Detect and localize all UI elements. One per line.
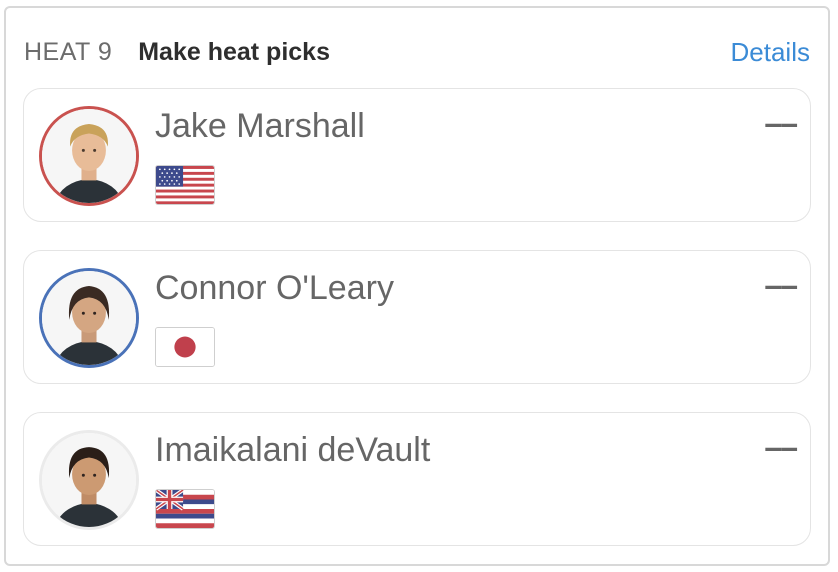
hawaii-flag-icon bbox=[155, 489, 215, 529]
pick-score: –– bbox=[764, 429, 798, 465]
make-picks-title[interactable]: Make heat picks bbox=[138, 38, 330, 67]
surfer-avatar bbox=[39, 106, 139, 206]
surfer-name: Jake Marshall bbox=[155, 107, 365, 145]
surfer-row-jake-marshall[interactable]: Jake Marshall –– bbox=[23, 88, 811, 222]
surfer-name: Connor O'Leary bbox=[155, 269, 394, 307]
surfer-row-connor-oleary[interactable]: Connor O'Leary –– bbox=[23, 250, 811, 384]
heat-label: HEAT 9 bbox=[24, 37, 113, 66]
pick-score: –– bbox=[764, 267, 798, 303]
usa-flag-icon bbox=[155, 165, 215, 205]
surfer-avatar bbox=[39, 430, 139, 530]
heat-header: HEAT 9 Make heat picks Details bbox=[24, 34, 810, 70]
surfer-row-imaikalani-devault[interactable]: Imaikalani deVault –– bbox=[23, 412, 811, 546]
details-link[interactable]: Details bbox=[731, 37, 810, 68]
japan-flag-icon bbox=[155, 327, 215, 367]
surfer-name: Imaikalani deVault bbox=[155, 431, 431, 469]
pick-score: –– bbox=[764, 105, 798, 141]
heat-card: HEAT 9 Make heat picks Details Jake Mars… bbox=[4, 6, 830, 566]
surfer-avatar bbox=[39, 268, 139, 368]
